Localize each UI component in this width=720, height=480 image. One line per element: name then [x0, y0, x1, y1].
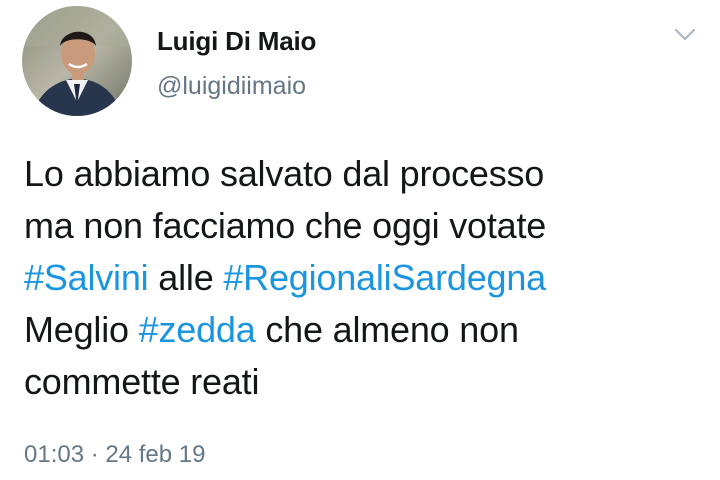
tweet-word: alle — [148, 257, 224, 298]
tweet-line: #Salvini alle #RegionaliSardegna — [24, 252, 700, 304]
hashtag-regionali-sardegna[interactable]: #RegionaliSardegna — [223, 257, 546, 298]
author-handle[interactable]: @luigidiimaio — [157, 71, 316, 101]
author-block: Luigi Di Maio @luigidiimaio — [157, 25, 316, 101]
tweet-word: Meglio — [24, 309, 139, 350]
chevron-down-icon — [674, 28, 696, 41]
tweet-line: Meglio #zedda che almeno non — [24, 304, 700, 356]
hashtag-salvini[interactable]: #Salvini — [24, 257, 149, 298]
meta-separator: · — [84, 441, 106, 468]
tweet-date: 24 feb 19 — [105, 441, 206, 468]
author-name[interactable]: Luigi Di Maio — [157, 25, 316, 57]
tweet-text: Lo abbiamo salvato dal processo ma non f… — [24, 148, 700, 408]
tweet-time: 01:03 — [24, 441, 85, 468]
hashtag-zedda[interactable]: #zedda — [139, 309, 256, 350]
tweet-line: ma non facciamo che oggi votate — [24, 205, 547, 246]
tweet-line: commette reati — [24, 361, 260, 402]
tweet-line: Lo abbiamo salvato dal processo — [24, 153, 545, 194]
avatar[interactable] — [22, 6, 132, 116]
tweet-card: Luigi Di Maio @luigidiimaio Lo abbiamo s… — [0, 0, 720, 480]
tweet-timestamp[interactable]: 01:03 · 24 feb 19 — [24, 440, 205, 470]
tweet-menu-button[interactable] — [674, 28, 696, 42]
tweet-word: che almeno non — [255, 309, 519, 350]
profile-photo-icon — [22, 6, 132, 116]
